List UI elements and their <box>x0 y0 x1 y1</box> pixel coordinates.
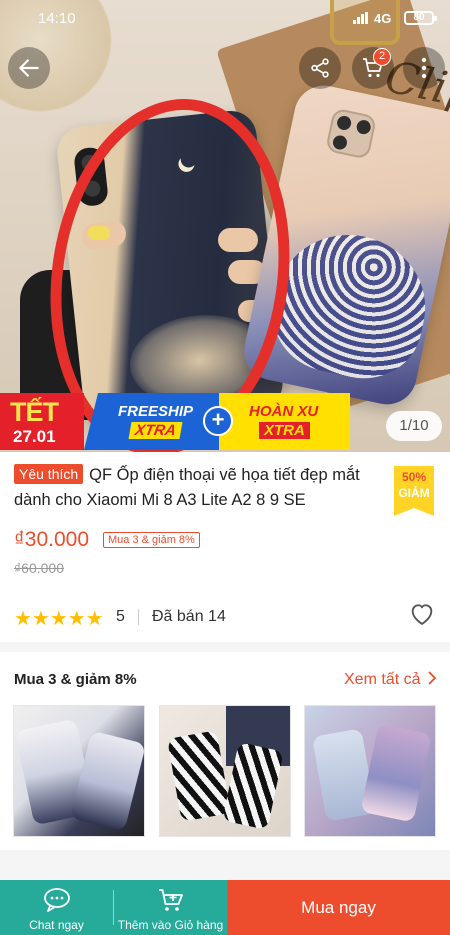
product-info-card: Yêu thích QF Ốp điện thoại vẽ họa tiết đẹ… <box>0 452 450 642</box>
share-icon <box>311 58 329 78</box>
sold-count: Đã bán 14 <box>152 608 226 625</box>
discount-badge: 50% GIẢM <box>394 466 434 516</box>
plus-icon: + <box>203 406 233 436</box>
more-vertical-icon <box>421 57 427 79</box>
buy-now-button[interactable]: Mua ngay <box>227 880 450 935</box>
chat-button[interactable]: Chat ngay <box>0 880 113 935</box>
bundle-product-thumb[interactable] <box>159 705 291 837</box>
product-page: Clip 14:10 4G 80 2 TẾT 27.01 FREESHIP XT… <box>0 0 450 935</box>
favorite-tag: Yêu thích <box>14 464 84 484</box>
back-arrow-icon <box>19 59 39 77</box>
discount-label: GIẢM <box>398 486 430 500</box>
discount-percent: 50% <box>401 470 427 484</box>
network-type: 4G <box>374 11 392 26</box>
signal-icon <box>353 12 369 24</box>
bundle-product-thumb[interactable] <box>304 705 436 837</box>
divider <box>138 609 139 625</box>
star-rating-icon: ★★★★★ <box>14 608 104 630</box>
freeship-promo: FREESHIP XTRA <box>84 393 219 450</box>
add-to-cart-icon <box>158 889 183 911</box>
chevron-right-icon <box>428 671 437 685</box>
rating-row[interactable]: ★★★★★ 5 Đã bán 14 <box>14 604 436 630</box>
freeship-xtra-label: XTRA <box>128 422 183 439</box>
see-all-link[interactable]: Xem tất cả <box>344 671 437 689</box>
share-button[interactable] <box>299 47 341 89</box>
hoan-xu-xtra-label: XTRA <box>259 422 310 439</box>
bottom-action-bar: Chat ngay Thêm vào Giỏ hàng Mua ngay <box>0 880 450 935</box>
product-title-block: Yêu thích QF Ốp điện thoại vẽ họa tiết đẹ… <box>14 463 386 513</box>
hoan-xu-promo: HOÀN XU XTRA <box>219 393 350 450</box>
original-price: ₫60.000 <box>14 560 65 576</box>
image-counter: 1/10 <box>386 411 442 441</box>
promo-banner[interactable]: TẾT 27.01 FREESHIP XTRA HOÀN XU XTRA + <box>0 393 350 450</box>
bundle-promo-chip[interactable]: Mua 3 & giảm 8% <box>103 532 200 548</box>
more-options-button[interactable] <box>403 47 445 89</box>
cart-count-badge: 2 <box>373 48 391 66</box>
freeship-title: FREESHIP <box>118 403 194 420</box>
rating-value: 5 <box>116 608 125 625</box>
bundle-product-thumb[interactable] <box>13 705 145 837</box>
product-price: ₫30.000 <box>14 528 90 551</box>
tet-title: TẾT <box>10 397 59 427</box>
chat-bubble-icon <box>43 888 70 912</box>
battery-icon: 80 <box>404 11 437 25</box>
bundle-deal-section: Mua 3 & giảm 8% Xem tất cả <box>0 652 450 850</box>
chat-button-label: Chat ngay <box>29 918 84 932</box>
status-bar: 14:10 4G 80 <box>0 0 450 36</box>
hoan-xu-title: HOÀN XU <box>249 403 319 420</box>
tet-promo: TẾT 27.01 <box>0 393 84 450</box>
status-time: 14:10 <box>38 10 76 27</box>
bundle-title: Mua 3 & giảm 8% <box>14 671 137 688</box>
see-all-label: Xem tất cả <box>344 671 421 688</box>
add-to-cart-label: Thêm vào Giỏ hàng <box>117 918 224 932</box>
back-button[interactable] <box>8 47 50 89</box>
heart-icon[interactable] <box>408 600 436 628</box>
tet-date: 27.01 <box>13 427 56 446</box>
add-to-cart-button[interactable]: Thêm vào Giỏ hàng <box>114 880 227 935</box>
